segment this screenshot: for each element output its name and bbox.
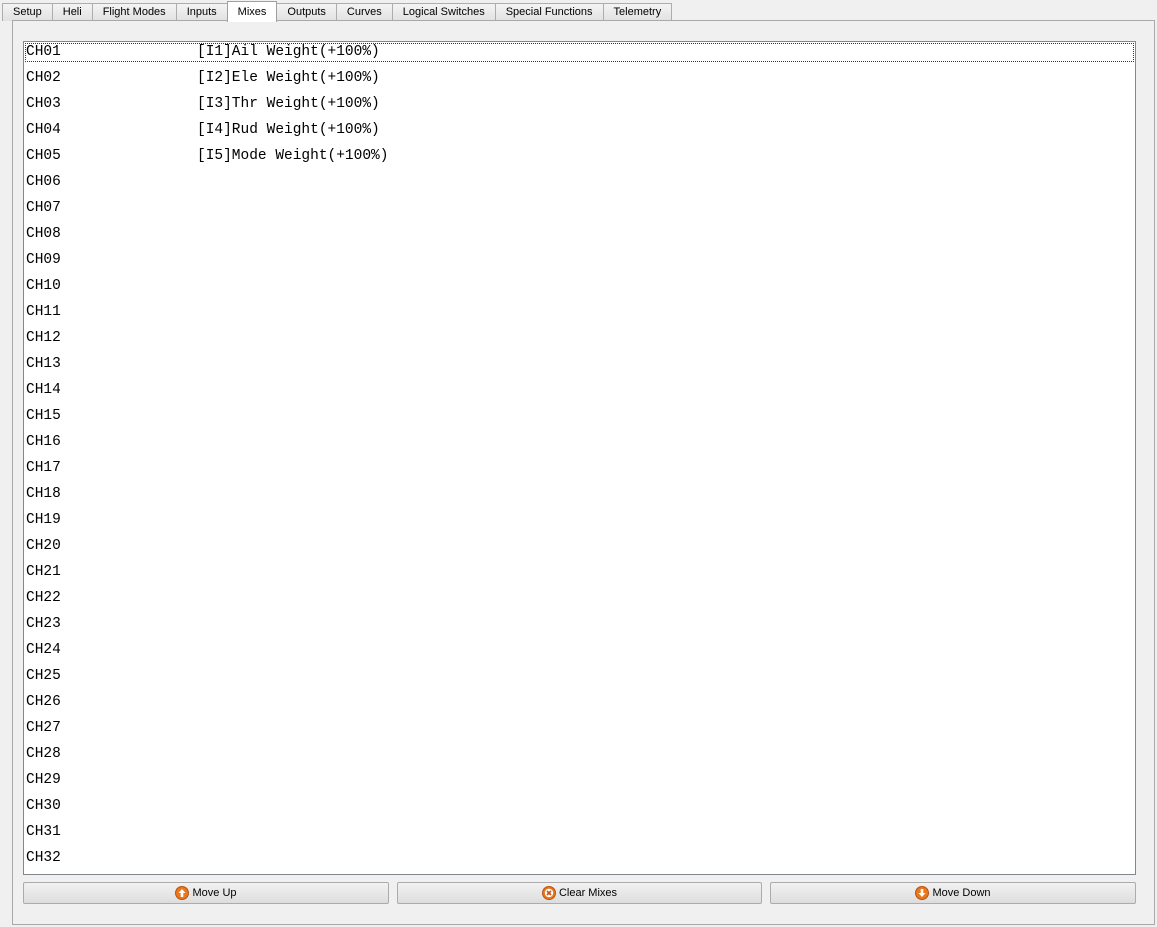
channel-label: CH08 xyxy=(26,226,61,242)
move-down-label: Move Down xyxy=(932,887,991,899)
mix-description: [I1]Ail Weight(+100%) xyxy=(197,44,380,60)
mix-description: [I2]Ele Weight(+100%) xyxy=(197,70,380,86)
list-item[interactable]: CH19 xyxy=(25,511,1134,530)
arrow-down-icon xyxy=(915,886,930,900)
tab-telemetry[interactable]: Telemetry xyxy=(602,3,673,21)
list-item[interactable]: CH20 xyxy=(25,537,1134,556)
list-item[interactable]: CH17 xyxy=(25,459,1134,478)
clear-icon xyxy=(541,886,556,900)
channel-label: CH29 xyxy=(26,772,61,788)
tab-setup[interactable]: Setup xyxy=(2,3,53,21)
channel-label: CH20 xyxy=(26,538,61,554)
channel-label: CH23 xyxy=(26,616,61,632)
list-item[interactable]: CH29 xyxy=(25,771,1134,790)
list-item[interactable]: CH21 xyxy=(25,563,1134,582)
channel-label: CH27 xyxy=(26,720,61,736)
channel-label: CH05 xyxy=(26,148,61,164)
list-item[interactable]: CH14 xyxy=(25,381,1134,400)
channel-label: CH10 xyxy=(26,278,61,294)
move-up-button[interactable]: Move Up xyxy=(23,882,389,904)
channel-label: CH04 xyxy=(26,122,61,138)
tab-special-functions[interactable]: Special Functions xyxy=(494,3,604,21)
channel-label: CH07 xyxy=(26,200,61,216)
move-up-label: Move Up xyxy=(192,887,237,899)
list-item[interactable]: CH10 xyxy=(25,277,1134,296)
channel-label: CH30 xyxy=(26,798,61,814)
channel-label: CH24 xyxy=(26,642,61,658)
channel-label: CH17 xyxy=(26,460,61,476)
list-item[interactable]: CH26 xyxy=(25,693,1134,712)
list-item[interactable]: CH01 [I1]Ail Weight(+100%) xyxy=(25,43,1134,62)
channel-label: CH22 xyxy=(26,590,61,606)
list-item[interactable]: CH04 [I4]Rud Weight(+100%) xyxy=(25,121,1134,140)
channel-label: CH25 xyxy=(26,668,61,684)
arrow-up-icon xyxy=(175,886,190,900)
channel-label: CH31 xyxy=(26,824,61,840)
list-item[interactable]: CH02 [I2]Ele Weight(+100%) xyxy=(25,69,1134,88)
list-item[interactable]: CH03 [I3]Thr Weight(+100%) xyxy=(25,95,1134,114)
list-item[interactable]: CH09 xyxy=(25,251,1134,270)
list-item[interactable]: CH28 xyxy=(25,745,1134,764)
tab-bar: Setup Heli Flight Modes Inputs Mixes Outputs C… xyxy=(0,0,1157,22)
channel-label: CH03 xyxy=(26,96,61,112)
list-item[interactable]: CH32 xyxy=(25,849,1134,868)
list-item[interactable]: CH31 xyxy=(25,823,1134,842)
channel-label: CH26 xyxy=(26,694,61,710)
tab-heli[interactable]: Heli xyxy=(51,3,93,21)
channel-label: CH15 xyxy=(26,408,61,424)
list-item[interactable]: CH23 xyxy=(25,615,1134,634)
list-item[interactable]: CH27 xyxy=(25,719,1134,738)
list-item[interactable]: CH05 [I5]Mode Weight(+100%) xyxy=(25,147,1134,166)
channel-label: CH13 xyxy=(26,356,61,372)
clear-mixes-label: Clear Mixes xyxy=(558,887,618,899)
tab-mixes[interactable]: Mixes xyxy=(226,1,278,22)
tab-outputs[interactable]: Outputs xyxy=(276,3,337,21)
tab-curves[interactable]: Curves xyxy=(335,3,393,21)
channel-label: CH28 xyxy=(26,746,61,762)
channel-label: CH16 xyxy=(26,434,61,450)
mix-list[interactable]: CH01 [I1]Ail Weight(+100%) CH02 [I2]Ele Wei… xyxy=(23,41,1136,875)
channel-label: CH01 xyxy=(26,44,61,60)
list-item[interactable]: CH06 xyxy=(25,173,1134,192)
channel-label: CH19 xyxy=(26,512,61,528)
list-item[interactable]: CH08 xyxy=(25,225,1134,244)
channel-label: CH02 xyxy=(26,70,61,86)
mix-description: [I3]Thr Weight(+100%) xyxy=(197,96,380,112)
channel-label: CH11 xyxy=(26,304,61,320)
channel-label: CH12 xyxy=(26,330,61,346)
mixes-panel: CH01 [I1]Ail Weight(+100%) CH02 [I2]Ele Wei… xyxy=(12,20,1155,925)
list-item[interactable]: CH25 xyxy=(25,667,1134,686)
list-item[interactable]: CH22 xyxy=(25,589,1134,608)
mix-description: [I4]Rud Weight(+100%) xyxy=(197,122,380,138)
move-down-button[interactable]: Move Down xyxy=(770,882,1136,904)
list-item[interactable]: CH24 xyxy=(25,641,1134,660)
list-item[interactable]: CH16 xyxy=(25,433,1134,452)
channel-label: CH18 xyxy=(26,486,61,502)
list-item[interactable]: CH11 xyxy=(25,303,1134,322)
button-row: Move Up Clear Mixes Move Down xyxy=(23,882,1136,904)
tab-flight-modes[interactable]: Flight Modes xyxy=(91,3,177,21)
tab-inputs[interactable]: Inputs xyxy=(175,3,228,21)
tab-logical-switches[interactable]: Logical Switches xyxy=(391,3,496,21)
list-item[interactable]: CH13 xyxy=(25,355,1134,374)
channel-label: CH32 xyxy=(26,850,61,866)
list-item[interactable]: CH30 xyxy=(25,797,1134,816)
clear-mixes-button[interactable]: Clear Mixes xyxy=(397,882,762,904)
channel-label: CH09 xyxy=(26,252,61,268)
list-item[interactable]: CH07 xyxy=(25,199,1134,218)
channel-label: CH06 xyxy=(26,174,61,190)
list-item[interactable]: CH15 xyxy=(25,407,1134,426)
mix-description: [I5]Mode Weight(+100%) xyxy=(197,148,389,164)
list-item[interactable]: CH12 xyxy=(25,329,1134,348)
panel-background: CH01 [I1]Ail Weight(+100%) CH02 [I2]Ele Wei… xyxy=(13,21,1154,924)
list-item[interactable]: CH18 xyxy=(25,485,1134,504)
channel-label: CH21 xyxy=(26,564,61,580)
channel-label: CH14 xyxy=(26,382,61,398)
